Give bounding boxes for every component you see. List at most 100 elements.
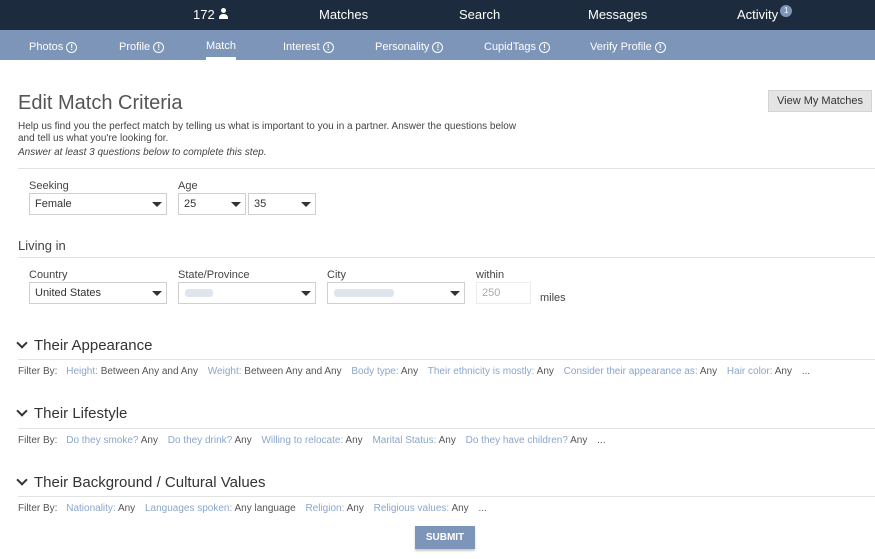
info-icon: ! [153, 42, 165, 53]
divider [18, 496, 875, 497]
match-count-value: 172 [193, 7, 215, 22]
people-icon [217, 8, 231, 20]
tab-interest[interactable]: Interest! [283, 30, 334, 60]
background-header[interactable]: Their Background / Cultural Values [16, 474, 266, 491]
hint-text: Answer at least 3 questions below to com… [18, 147, 267, 158]
view-my-matches-button[interactable]: View My Matches [768, 90, 872, 112]
filter-by-label: Filter By: [18, 366, 58, 377]
info-icon: ! [66, 42, 78, 53]
tab-label: Profile [119, 41, 151, 53]
nav-activity-label: Activity [737, 7, 779, 22]
info-icon: ! [322, 42, 334, 53]
seeking-select[interactable]: Female [29, 193, 167, 215]
chevron-down-icon [450, 291, 460, 296]
filter-smoke[interactable]: Do they smoke? [66, 435, 138, 446]
filter-body-type[interactable]: Body type: [351, 366, 398, 377]
filter-religion[interactable]: Religion: [305, 503, 344, 514]
country-value: United States [35, 287, 102, 299]
match-count[interactable]: 172 [193, 0, 231, 30]
within-label: within [476, 269, 505, 281]
nav-activity[interactable]: Activity 1 [737, 0, 793, 30]
tab-label: Personality [375, 41, 430, 53]
chevron-down-icon [16, 474, 28, 486]
nav-search[interactable]: Search [459, 0, 500, 30]
filter-value: Any [234, 435, 252, 446]
filter-value: Any [536, 366, 554, 377]
chevron-down-icon [16, 405, 28, 417]
filter-relocate[interactable]: Willing to relocate: [261, 435, 343, 446]
filter-value: Any [345, 435, 363, 446]
lifestyle-header[interactable]: Their Lifestyle [16, 405, 128, 422]
age-max-select[interactable]: 35 [248, 193, 316, 215]
state-label: State/Province [178, 269, 250, 281]
filter-value: Any [346, 503, 364, 514]
tab-personality[interactable]: Personality! [375, 30, 444, 60]
seeking-value: Female [35, 198, 72, 210]
miles-label: miles [540, 292, 566, 304]
living-in-title: Living in [18, 238, 66, 253]
tab-label: CupidTags [484, 41, 536, 53]
tab-label: Match [206, 40, 236, 52]
country-select[interactable]: United States [29, 282, 167, 304]
filter-marital-status[interactable]: Marital Status: [372, 435, 436, 446]
filter-weight[interactable]: Weight: [208, 366, 242, 377]
filter-value: Any [400, 366, 419, 377]
background-filters: Filter By: Nationality: Any Languages sp… [18, 503, 494, 514]
background-title: Their Background / Cultural Values [34, 474, 266, 491]
filter-value: Any [774, 366, 792, 377]
tab-photos[interactable]: Photos! [29, 30, 78, 60]
filter-height[interactable]: Height: [66, 366, 98, 377]
filter-value: Any [570, 435, 588, 446]
filter-drink[interactable]: Do they drink? [168, 435, 232, 446]
state-select[interactable] [178, 282, 316, 304]
appearance-filters: Filter By: Height: Between Any and Any W… [18, 366, 817, 377]
blurred-value [185, 289, 213, 297]
submit-button[interactable]: SUBMIT [415, 526, 475, 549]
activity-badge: 1 [780, 5, 793, 17]
tab-match[interactable]: Match [206, 30, 236, 60]
filter-children[interactable]: Do they have children? [466, 435, 568, 446]
page-title: Edit Match Criteria [18, 92, 183, 114]
filter-ethnicity[interactable]: Their ethnicity is mostly: [428, 366, 535, 377]
nav-matches[interactable]: Matches [319, 0, 368, 30]
filter-by-label: Filter By: [18, 435, 58, 446]
city-select[interactable] [327, 282, 465, 304]
tab-label: Verify Profile [590, 41, 652, 53]
filter-value: Any [438, 435, 456, 446]
nav-messages[interactable]: Messages [588, 0, 647, 30]
within-input[interactable]: 250 [476, 282, 531, 304]
sub-navbar: Photos! Profile! Match Interest! Persona… [0, 30, 875, 60]
tab-verify-profile[interactable]: Verify Profile! [590, 30, 666, 60]
chevron-down-icon [231, 202, 241, 207]
filter-appearance[interactable]: Consider their appearance as: [564, 366, 698, 377]
country-label: Country [29, 269, 68, 281]
age-label: Age [178, 180, 198, 192]
tab-cupidtags[interactable]: CupidTags! [484, 30, 550, 60]
divider [18, 428, 875, 429]
filter-value: Any [451, 503, 469, 514]
tab-label: Interest [283, 41, 320, 53]
more-filters[interactable]: ... [802, 366, 810, 377]
filter-value: Between Any and Any [100, 366, 198, 377]
chevron-down-icon [152, 291, 162, 296]
divider [18, 168, 875, 169]
filter-religious-values[interactable]: Religious values: [374, 503, 450, 514]
filter-value: Any [140, 435, 158, 446]
lifestyle-title: Their Lifestyle [34, 405, 128, 422]
tab-profile[interactable]: Profile! [119, 30, 165, 60]
filter-hair-color[interactable]: Hair color: [727, 366, 773, 377]
more-filters[interactable]: ... [597, 435, 605, 446]
filter-value: Any [117, 503, 136, 514]
filter-nationality[interactable]: Nationality: [66, 503, 115, 514]
more-filters[interactable]: ... [478, 503, 486, 514]
lifestyle-filters: Filter By: Do they smoke? Any Do they dr… [18, 435, 613, 446]
age-min-value: 25 [184, 198, 197, 210]
filter-languages[interactable]: Languages spoken: [145, 503, 232, 514]
appearance-header[interactable]: Their Appearance [16, 337, 153, 354]
age-min-select[interactable]: 25 [178, 193, 246, 215]
chevron-down-icon [301, 291, 311, 296]
info-icon: ! [538, 42, 550, 53]
blurred-value [334, 289, 394, 297]
city-label: City [327, 269, 346, 281]
appearance-title: Their Appearance [34, 337, 153, 354]
